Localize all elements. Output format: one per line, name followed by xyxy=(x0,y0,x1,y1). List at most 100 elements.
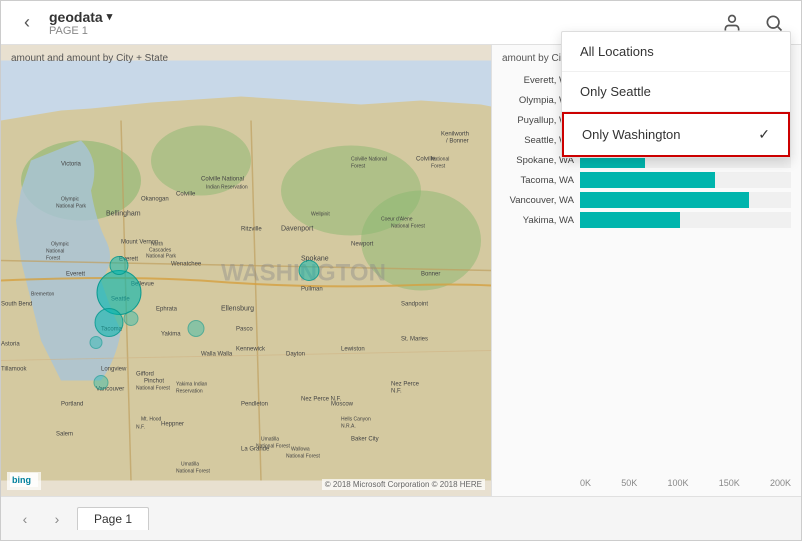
svg-text:National Forest: National Forest xyxy=(256,444,291,450)
svg-text:bing: bing xyxy=(12,475,31,485)
svg-text:Olympic: Olympic xyxy=(51,242,70,248)
svg-text:Wenatchee: Wenatchee xyxy=(171,262,202,268)
svg-text:Okanogan: Okanogan xyxy=(141,197,169,203)
bottombar: ‹ › Page 1 xyxy=(1,496,801,540)
svg-text:Umatilla: Umatilla xyxy=(181,462,199,468)
svg-text:Sandpoint: Sandpoint xyxy=(401,302,428,308)
dropdown-item-label: Only Seattle xyxy=(580,84,651,99)
dropdown-item-0[interactable]: All Locations xyxy=(562,32,790,72)
dropdown-menu: All Locations Only Seattle Only Washington… xyxy=(561,31,791,158)
svg-text:Davenport: Davenport xyxy=(281,226,313,233)
svg-text:Gifford: Gifford xyxy=(136,372,154,378)
svg-text:N.F.: N.F. xyxy=(136,425,145,431)
svg-text:National Park: National Park xyxy=(146,254,177,260)
svg-text:Indian Reservation: Indian Reservation xyxy=(206,185,248,191)
svg-text:Everett: Everett xyxy=(66,272,85,278)
back-button[interactable]: ‹ xyxy=(13,9,41,37)
svg-text:Colville: Colville xyxy=(176,192,196,198)
dropdown-item-label: All Locations xyxy=(580,44,654,59)
bar-city-label: Yakima, WA xyxy=(502,215,574,226)
svg-text:Moscow: Moscow xyxy=(331,402,354,408)
svg-text:Bonner: Bonner xyxy=(421,272,440,278)
svg-text:South Bend: South Bend xyxy=(1,302,32,308)
svg-text:National Park: National Park xyxy=(56,204,87,210)
svg-text:Forest: Forest xyxy=(351,164,366,170)
bar-fill xyxy=(580,212,680,228)
svg-text:Bellingham: Bellingham xyxy=(106,211,141,218)
axis-label: 0K xyxy=(580,478,591,488)
copyright-watermark: © 2018 Microsoft Corporation © 2018 HERE xyxy=(322,479,485,490)
prev-page-button[interactable]: ‹ xyxy=(13,507,37,531)
svg-text:Hells Canyon: Hells Canyon xyxy=(341,417,371,423)
axis-label: 100K xyxy=(667,478,688,488)
svg-text:Mt. Hood: Mt. Hood xyxy=(141,417,162,423)
bar-fill xyxy=(580,192,749,208)
svg-text:Coeur d'Alene: Coeur d'Alene xyxy=(381,217,413,223)
bar-row: Vancouver, WA xyxy=(502,192,791,208)
svg-text:National Forest: National Forest xyxy=(391,224,426,230)
bar-row: Tacoma, WA xyxy=(502,172,791,188)
axis-label: 200K xyxy=(770,478,791,488)
svg-text:Ellensburg: Ellensburg xyxy=(221,306,254,313)
svg-text:Salem: Salem xyxy=(56,432,73,438)
svg-text:Ritzville: Ritzville xyxy=(241,227,262,233)
svg-text:Victoria: Victoria xyxy=(61,162,82,168)
svg-text:Kenilworth: Kenilworth xyxy=(441,132,469,138)
svg-text:/ Bonner: / Bonner xyxy=(446,139,469,145)
bing-watermark: bing xyxy=(7,472,41,490)
bar-row: Yakima, WA xyxy=(502,212,791,228)
main-window: ‹ geodata ▾ PAGE 1 xyxy=(0,0,802,541)
svg-text:Colville National: Colville National xyxy=(351,157,387,163)
svg-text:Forest: Forest xyxy=(431,164,446,170)
axis-label: 150K xyxy=(719,478,740,488)
svg-text:Pasco: Pasco xyxy=(236,327,253,333)
bar-fill xyxy=(580,172,715,188)
page-tab[interactable]: Page 1 xyxy=(77,507,149,530)
svg-text:Kennewick: Kennewick xyxy=(236,347,266,353)
svg-text:Newport: Newport xyxy=(351,242,374,248)
next-page-button[interactable]: › xyxy=(45,507,69,531)
svg-text:National Forest: National Forest xyxy=(136,386,171,392)
bar-track xyxy=(580,192,791,208)
svg-text:Heppner: Heppner xyxy=(161,422,184,428)
svg-text:Bremerton: Bremerton xyxy=(31,292,55,298)
svg-text:Baker City: Baker City xyxy=(351,437,379,443)
svg-text:Pendleton: Pendleton xyxy=(241,402,268,408)
svg-text:National Forest: National Forest xyxy=(176,469,211,475)
map-label: amount and amount by City + State xyxy=(11,53,168,64)
svg-text:National: National xyxy=(46,249,64,255)
svg-text:N.F.: N.F. xyxy=(391,389,402,395)
svg-text:Olympic: Olympic xyxy=(61,197,80,203)
dropdown-item-1[interactable]: Only Seattle xyxy=(562,72,790,112)
svg-text:Colville National: Colville National xyxy=(201,177,244,183)
svg-text:Dayton: Dayton xyxy=(286,352,305,358)
axis-label: 50K xyxy=(621,478,637,488)
svg-text:Ephrata: Ephrata xyxy=(156,307,178,313)
bar-city-label: Vancouver, WA xyxy=(502,195,574,206)
svg-text:Astoria: Astoria xyxy=(1,342,20,348)
svg-text:Tillamook: Tillamook xyxy=(1,367,27,373)
svg-text:National Forest: National Forest xyxy=(286,454,321,460)
svg-text:National: National xyxy=(431,157,449,163)
svg-text:Wellpinit: Wellpinit xyxy=(311,212,330,218)
svg-text:St. Maries: St. Maries xyxy=(401,337,428,343)
dropdown-item-2[interactable]: Only Washington ✓ xyxy=(562,112,790,157)
chart-axis: 0K 50K 100K 150K 200K xyxy=(502,478,791,488)
svg-text:Wallowa: Wallowa xyxy=(291,447,310,453)
svg-text:Umatilla: Umatilla xyxy=(261,437,279,443)
svg-text:Walla Walla: Walla Walla xyxy=(201,352,233,358)
svg-text:Yakima Indian: Yakima Indian xyxy=(176,382,208,388)
svg-text:Reservation: Reservation xyxy=(176,389,203,395)
map-svg: WASHINGTON Bellingham Mount Vernon Evere… xyxy=(1,45,491,496)
svg-text:Nez Perce: Nez Perce xyxy=(391,382,420,388)
map-area: amount and amount by City + State xyxy=(1,45,491,496)
bar-track xyxy=(580,172,791,188)
svg-text:N.R.A.: N.R.A. xyxy=(341,424,356,430)
checkmark-icon: ✓ xyxy=(758,126,770,143)
dropdown-chevron-icon[interactable]: ▾ xyxy=(107,10,113,23)
bar-track xyxy=(580,212,791,228)
svg-text:Longview: Longview xyxy=(101,367,127,373)
dropdown-item-label: Only Washington xyxy=(582,127,681,142)
svg-text:Pullman: Pullman xyxy=(301,287,323,293)
svg-text:Portland: Portland xyxy=(61,402,83,408)
